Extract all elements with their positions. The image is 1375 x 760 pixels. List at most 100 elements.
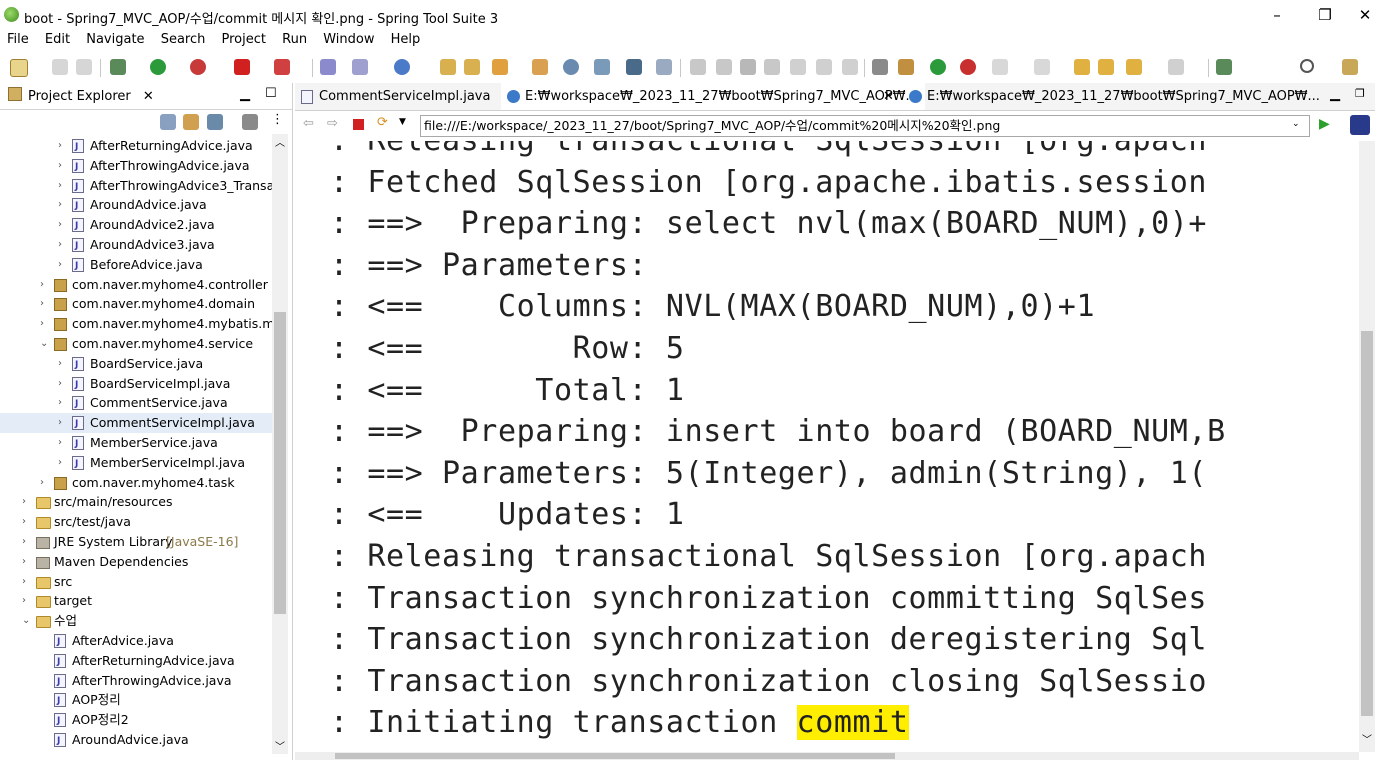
eclipse-icon[interactable] — [1350, 115, 1370, 135]
collapsed-chevron-icon[interactable]: › — [22, 532, 32, 552]
scroll-down-arrow[interactable]: ﹀ — [1362, 731, 1372, 746]
tree-item[interactable]: › com.naver.myhome4.domain — [0, 294, 272, 314]
close-tab-icon[interactable]: ✕ — [143, 89, 154, 104]
refresh-nav-icon[interactable]: ⟳ — [377, 115, 388, 130]
spring-boot-icon[interactable] — [960, 59, 976, 75]
editor-tab[interactable]: E:₩workspace₩_2023_11_27₩boot₩Spring7_MV… — [903, 83, 1320, 110]
tree-item[interactable]: › target — [0, 591, 272, 611]
scrollbar-thumb[interactable] — [335, 753, 895, 759]
collapsed-chevron-icon[interactable]: › — [40, 314, 50, 334]
collapsed-chevron-icon[interactable]: › — [40, 473, 50, 493]
back-icon[interactable] — [1126, 59, 1142, 75]
suspend-icon[interactable] — [716, 59, 732, 75]
tree-item[interactable]: AfterReturningAdvice.java — [0, 651, 272, 672]
close-button[interactable]: ✕ — [1345, 4, 1375, 26]
menu-help[interactable]: Help — [384, 30, 426, 50]
collapsed-chevron-icon[interactable]: › — [22, 572, 32, 592]
tree-item[interactable]: › Maven Dependencies — [0, 552, 272, 572]
step-into-icon[interactable] — [790, 59, 806, 75]
tree-item[interactable]: › CommentServiceImpl.java — [0, 413, 272, 434]
next-annotation-icon[interactable] — [992, 59, 1008, 75]
collapsed-chevron-icon[interactable]: › — [40, 275, 50, 295]
disconnect-icon[interactable] — [764, 59, 780, 75]
collapsed-chevron-icon[interactable]: › — [58, 176, 68, 196]
url-dropdown-icon[interactable]: ⌄ — [1292, 119, 1300, 129]
collapse-all-icon[interactable] — [160, 114, 176, 130]
terminate-debug-icon[interactable] — [740, 59, 756, 75]
run-external-icon[interactable] — [190, 59, 206, 75]
save-all-icon[interactable] — [76, 59, 92, 75]
terminate-icon[interactable] — [274, 59, 290, 75]
search-tool-icon[interactable] — [594, 59, 610, 75]
new-project-icon[interactable] — [352, 59, 368, 75]
search-icon[interactable] — [1300, 59, 1314, 73]
minimize-editor-icon[interactable]: ▁ — [1330, 87, 1340, 102]
collapsed-chevron-icon[interactable]: › — [22, 512, 32, 532]
maximize-view-icon[interactable]: ☐ — [265, 86, 277, 101]
editor-tab[interactable]: CommentServiceImpl.java — [295, 83, 524, 110]
back-history-icon[interactable] — [1098, 59, 1114, 75]
scrollbar-thumb[interactable] — [1361, 331, 1373, 716]
new-class-icon[interactable] — [394, 59, 410, 75]
maximize-button[interactable]: ❐ — [1305, 4, 1345, 26]
collapsed-chevron-icon[interactable]: › — [22, 552, 32, 572]
tree-item[interactable]: ⌄ com.naver.myhome4.service — [0, 334, 272, 354]
console-icon[interactable] — [626, 59, 642, 75]
collapsed-chevron-icon[interactable]: › — [22, 591, 32, 611]
url-field[interactable]: file:///E:/workspace/_2023_11_27/boot/Sp… — [420, 115, 1310, 137]
tree-item[interactable]: AroundAdvice.java — [0, 730, 272, 751]
globe-icon[interactable] — [563, 59, 579, 75]
tree-item[interactable]: › MemberService.java — [0, 433, 272, 454]
menu-edit[interactable]: Edit — [38, 30, 75, 50]
collapsed-chevron-icon[interactable]: › — [58, 136, 68, 156]
menu-navigate[interactable]: Navigate — [79, 30, 149, 50]
scroll-up-arrow[interactable]: ︿ — [275, 134, 285, 149]
collapsed-chevron-icon[interactable]: › — [58, 195, 68, 215]
filter-icon[interactable] — [207, 114, 223, 130]
project-explorer-tab[interactable]: Project Explorer ✕ — [2, 85, 160, 109]
tree-item[interactable]: ⌄ 수업 — [0, 611, 272, 631]
collapsed-chevron-icon[interactable]: › — [58, 354, 68, 374]
menu-file[interactable]: File — [0, 30, 34, 50]
perspective-icon[interactable] — [1342, 59, 1358, 75]
tree-item[interactable]: › com.naver.myhome4.mybatis.m — [0, 314, 272, 334]
menu-search[interactable]: Search — [154, 30, 211, 50]
tree-item[interactable]: › AfterReturningAdvice.java — [0, 136, 272, 157]
collapsed-chevron-icon[interactable]: › — [58, 235, 68, 255]
tree-item[interactable]: › JRE System Library [JavaSE-16] — [0, 532, 272, 552]
scrollbar-thumb[interactable] — [274, 312, 286, 614]
tree-item[interactable]: › BoardService.java — [0, 354, 272, 375]
collapsed-chevron-icon[interactable]: › — [40, 294, 50, 314]
scroll-down-arrow[interactable]: ﹀ — [275, 738, 285, 753]
editor-vertical-scrollbar[interactable]: ﹀ — [1359, 141, 1375, 752]
open-perspective-icon[interactable] — [1216, 59, 1232, 75]
forward-icon[interactable] — [1168, 59, 1184, 75]
nav-dropdown-icon[interactable]: ▼ — [399, 117, 406, 127]
minimize-view-icon[interactable]: ▁ — [240, 87, 250, 102]
open-resource-icon[interactable] — [464, 59, 480, 75]
run-icon[interactable] — [150, 59, 166, 75]
menu-run[interactable]: Run — [275, 30, 312, 50]
tree-item[interactable]: AOP정리2 — [0, 710, 272, 731]
spring-icon[interactable] — [320, 59, 336, 75]
link-editor-icon[interactable] — [183, 114, 199, 130]
view-menu-icon[interactable]: ⋮ — [271, 112, 284, 127]
tree-item[interactable]: › MemberServiceImpl.java — [0, 453, 272, 474]
collapsed-chevron-icon[interactable]: › — [58, 156, 68, 176]
format-icon[interactable] — [872, 59, 888, 75]
step-over-icon[interactable] — [816, 59, 832, 75]
toggle-mark-icon[interactable] — [898, 59, 914, 75]
tree-item[interactable]: › com.naver.myhome4.task — [0, 473, 272, 493]
menu-window[interactable]: Window — [316, 30, 379, 50]
collapsed-chevron-icon[interactable]: › — [58, 393, 68, 413]
tree-item[interactable]: AfterThrowingAdvice.java — [0, 671, 272, 692]
tree-item[interactable]: › AroundAdvice3.java — [0, 235, 272, 256]
tree-item[interactable]: AfterAdvice.java — [0, 631, 272, 652]
menu-project[interactable]: Project — [215, 30, 271, 50]
resume-icon[interactable] — [690, 59, 706, 75]
editor-horizontal-scrollbar[interactable] — [295, 752, 1359, 760]
debug-icon[interactable] — [110, 59, 126, 75]
maximize-editor-icon[interactable]: ❐ — [1355, 87, 1365, 100]
stop-icon[interactable] — [234, 59, 250, 75]
prev-annotation-icon[interactable] — [1034, 59, 1050, 75]
